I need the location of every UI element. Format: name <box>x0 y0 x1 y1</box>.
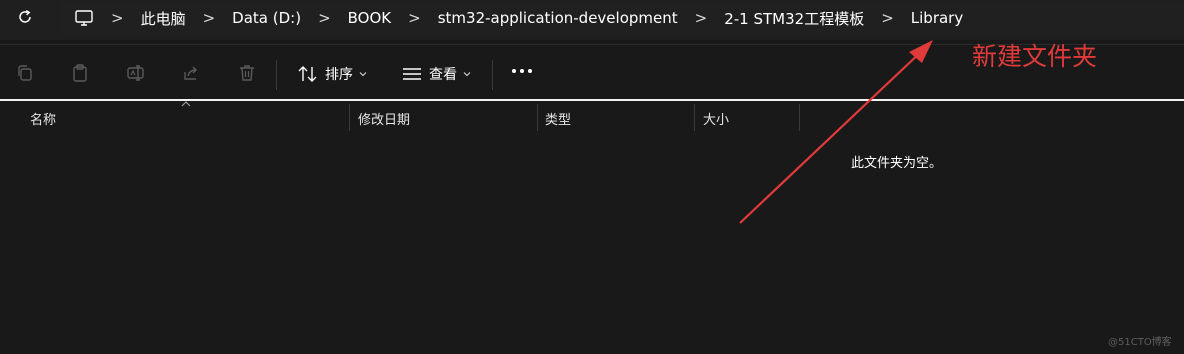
annotation-label: 新建文件夹 <box>972 42 1098 71</box>
watermark: @51CTO博客 <box>1108 337 1172 348</box>
